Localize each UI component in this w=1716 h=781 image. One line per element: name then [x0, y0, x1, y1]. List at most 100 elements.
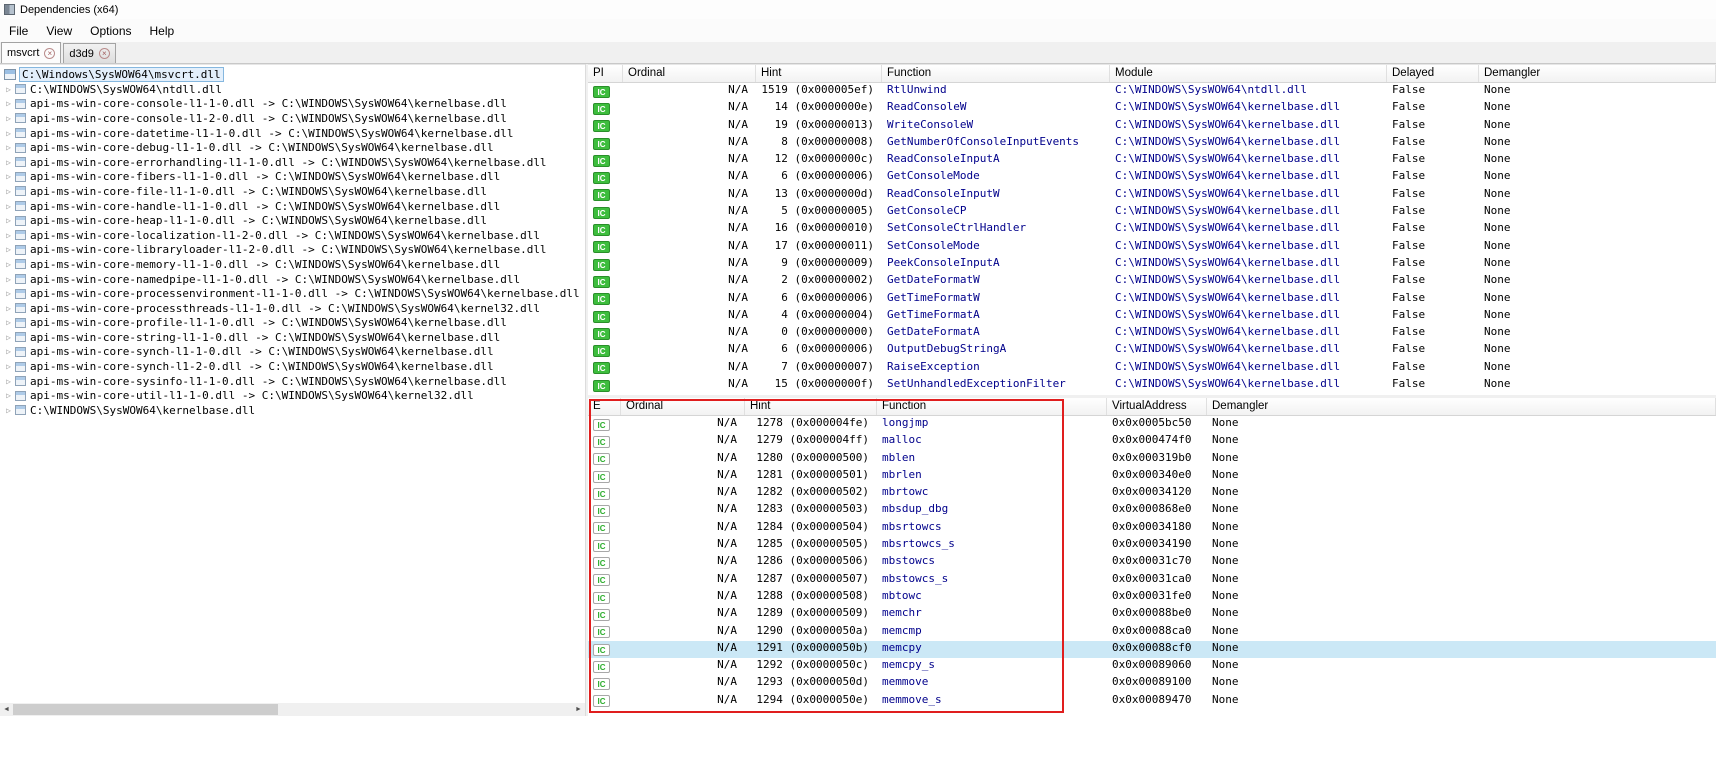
expander-icon[interactable]: ▷	[2, 245, 15, 254]
import-row[interactable]: ICN/A14 (0x0000000e)ReadConsoleWC:\WINDO…	[588, 100, 1716, 117]
expander-icon[interactable]: ▷	[2, 304, 15, 313]
export-row[interactable]: ICN/A1290 (0x0000050a)memcmp0x0x00088ca0…	[588, 624, 1716, 641]
column-header-e[interactable]: E	[588, 398, 621, 415]
expander-icon[interactable]: ▷	[2, 114, 15, 123]
tree-item[interactable]: ▷api-ms-win-core-datetime-l1-1-0.dll -> …	[0, 126, 585, 141]
tree-item[interactable]: ▷api-ms-win-core-processenvironment-l1-1…	[0, 286, 585, 301]
expander-icon[interactable]: ▷	[2, 158, 15, 167]
tree-item[interactable]: ▷api-ms-win-core-libraryloader-l1-2-0.dl…	[0, 243, 585, 258]
tree-item[interactable]: ▷api-ms-win-core-heap-l1-1-0.dll -> C:\W…	[0, 213, 585, 228]
import-row[interactable]: ICN/A4 (0x00000004)GetTimeFormatAC:\WIND…	[588, 308, 1716, 325]
tree-item[interactable]: ▷api-ms-win-core-profile-l1-1-0.dll -> C…	[0, 316, 585, 331]
import-row[interactable]: ICN/A16 (0x00000010)SetConsoleCtrlHandle…	[588, 221, 1716, 238]
column-header-ordinal[interactable]: Ordinal	[623, 65, 756, 82]
tree-item[interactable]: ▷api-ms-win-core-memory-l1-1-0.dll -> C:…	[0, 257, 585, 272]
menu-item-options[interactable]: Options	[81, 19, 140, 42]
expander-icon[interactable]: ▷	[2, 129, 15, 138]
column-header-module[interactable]: Module	[1110, 65, 1387, 82]
expander-icon[interactable]: ▷	[2, 260, 15, 269]
expander-icon[interactable]: ▷	[2, 99, 15, 108]
expander-icon[interactable]: ▷	[2, 231, 15, 240]
column-header-ordinal[interactable]: Ordinal	[621, 398, 745, 415]
column-header-hint[interactable]: Hint	[756, 65, 882, 82]
export-row[interactable]: ICN/A1287 (0x00000507)mbstowcs_s0x0x0003…	[588, 572, 1716, 589]
tab-close-icon[interactable]: ×	[44, 48, 55, 59]
tree-item[interactable]: ▷api-ms-win-core-sysinfo-l1-1-0.dll -> C…	[0, 374, 585, 389]
tree-item[interactable]: ▷api-ms-win-core-synch-l1-1-0.dll -> C:\…	[0, 345, 585, 360]
tree-item[interactable]: ▷C:\WINDOWS\SysWOW64\ntdll.dll	[0, 82, 585, 97]
export-row[interactable]: ICN/A1285 (0x00000505)mbsrtowcs_s0x0x000…	[588, 537, 1716, 554]
export-row[interactable]: ICN/A1281 (0x00000501)mbrlen0x0x000340e0…	[588, 468, 1716, 485]
menu-item-file[interactable]: File	[0, 19, 37, 42]
tree-root-item[interactable]: C:\Windows\SysWOW64\msvcrt.dll	[0, 67, 585, 82]
expander-icon[interactable]: ▷	[2, 347, 15, 356]
export-row[interactable]: ICN/A1291 (0x0000050b)memcpy0x0x00088cf0…	[588, 641, 1716, 658]
expander-icon[interactable]: ▷	[2, 202, 15, 211]
export-row[interactable]: ICN/A1294 (0x0000050e)memmove_s0x0x00089…	[588, 693, 1716, 710]
export-row[interactable]: ICN/A1293 (0x0000050d)memmove0x0x0008910…	[588, 675, 1716, 692]
column-header-hint[interactable]: Hint	[745, 398, 877, 415]
scrollbar-thumb[interactable]	[13, 704, 278, 715]
tree-item[interactable]: ▷api-ms-win-core-fibers-l1-1-0.dll -> C:…	[0, 170, 585, 185]
export-row[interactable]: ICN/A1282 (0x00000502)mbrtowc0x0x0003412…	[588, 485, 1716, 502]
import-row[interactable]: ICN/A6 (0x00000006)GetTimeFormatWC:\WIND…	[588, 291, 1716, 308]
expander-icon[interactable]: ▷	[2, 391, 15, 400]
tree-item[interactable]: ▷api-ms-win-core-console-l1-1-0.dll -> C…	[0, 97, 585, 112]
tree-item[interactable]: ▷api-ms-win-core-debug-l1-1-0.dll -> C:\…	[0, 140, 585, 155]
tree-item[interactable]: ▷api-ms-win-core-handle-l1-1-0.dll -> C:…	[0, 199, 585, 214]
export-row[interactable]: ICN/A1278 (0x000004fe)longjmp0x0x0005bc5…	[588, 416, 1716, 433]
column-header-function[interactable]: Function	[877, 398, 1107, 415]
import-row[interactable]: ICN/A5 (0x00000005)GetConsoleCPC:\WINDOW…	[588, 204, 1716, 221]
export-row[interactable]: ICN/A1279 (0x000004ff)malloc0x0x000474f0…	[588, 433, 1716, 450]
tree-item[interactable]: ▷api-ms-win-core-namedpipe-l1-1-0.dll ->…	[0, 272, 585, 287]
export-row[interactable]: ICN/A1292 (0x0000050c)memcpy_s0x0x000890…	[588, 658, 1716, 675]
expander-icon[interactable]: ▷	[2, 289, 15, 298]
tree-item[interactable]: ▷C:\WINDOWS\SysWOW64\kernelbase.dll	[0, 403, 585, 418]
export-row[interactable]: ICN/A1284 (0x00000504)mbsrtowcs0x0x00034…	[588, 520, 1716, 537]
import-row[interactable]: ICN/A19 (0x00000013)WriteConsoleWC:\WIND…	[588, 118, 1716, 135]
tree-item[interactable]: ▷api-ms-win-core-file-l1-1-0.dll -> C:\W…	[0, 184, 585, 199]
expander-icon[interactable]: ▷	[2, 377, 15, 386]
export-row[interactable]: ICN/A1286 (0x00000506)mbstowcs0x0x00031c…	[588, 554, 1716, 571]
expander-icon[interactable]: ▷	[2, 172, 15, 181]
export-row[interactable]: ICN/A1280 (0x00000500)mblen0x0x000319b0N…	[588, 451, 1716, 468]
tab-msvcrt[interactable]: msvcrt×	[1, 42, 61, 63]
column-header-pi[interactable]: PI	[588, 65, 623, 82]
expander-icon[interactable]: ▷	[2, 143, 15, 152]
import-row[interactable]: ICN/A15 (0x0000000f)SetUnhandledExceptio…	[588, 377, 1716, 394]
menu-item-view[interactable]: View	[37, 19, 81, 42]
tree-horizontal-scrollbar[interactable]: ◄ ►	[0, 703, 585, 716]
import-row[interactable]: ICN/A6 (0x00000006)OutputDebugStringAC:\…	[588, 342, 1716, 359]
tree-item[interactable]: ▷api-ms-win-core-errorhandling-l1-1-0.dl…	[0, 155, 585, 170]
export-row[interactable]: ICN/A1289 (0x00000509)memchr0x0x00088be0…	[588, 606, 1716, 623]
import-row[interactable]: ICN/A8 (0x00000008)GetNumberOfConsoleInp…	[588, 135, 1716, 152]
expander-icon[interactable]: ▷	[2, 85, 15, 94]
tree-item[interactable]: ▷api-ms-win-core-console-l1-2-0.dll -> C…	[0, 111, 585, 126]
column-header-demangler[interactable]: Demangler	[1479, 65, 1716, 82]
column-header-demangler[interactable]: Demangler	[1207, 398, 1716, 415]
tab-close-icon[interactable]: ×	[99, 48, 110, 59]
tree-item[interactable]: ▷api-ms-win-core-util-l1-1-0.dll -> C:\W…	[0, 388, 585, 403]
column-header-function[interactable]: Function	[882, 65, 1110, 82]
tree-item[interactable]: ▷api-ms-win-core-synch-l1-2-0.dll -> C:\…	[0, 359, 585, 374]
export-row[interactable]: ICN/A1288 (0x00000508)mbtowc0x0x00031fe0…	[588, 589, 1716, 606]
import-row[interactable]: ICN/A7 (0x00000007)RaiseExceptionC:\WIND…	[588, 360, 1716, 377]
import-row[interactable]: ICN/A9 (0x00000009)PeekConsoleInputAC:\W…	[588, 256, 1716, 273]
expander-icon[interactable]: ▷	[2, 406, 15, 415]
expander-icon[interactable]: ▷	[2, 216, 15, 225]
tree-item[interactable]: ▷api-ms-win-core-processthreads-l1-1-0.d…	[0, 301, 585, 316]
export-row[interactable]: ICN/A1283 (0x00000503)mbsdup_dbg0x0x0008…	[588, 502, 1716, 519]
expander-icon[interactable]: ▷	[2, 187, 15, 196]
scroll-right-icon[interactable]: ►	[572, 703, 585, 716]
expander-icon[interactable]: ▷	[2, 275, 15, 284]
column-header-virtualaddress[interactable]: VirtualAddress	[1107, 398, 1207, 415]
import-row[interactable]: ICN/A6 (0x00000006)GetConsoleModeC:\WIND…	[588, 169, 1716, 186]
tree-item[interactable]: ▷api-ms-win-core-string-l1-1-0.dll -> C:…	[0, 330, 585, 345]
menu-item-help[interactable]: Help	[141, 19, 184, 42]
import-row[interactable]: ICN/A12 (0x0000000c)ReadConsoleInputAC:\…	[588, 152, 1716, 169]
import-row[interactable]: ICN/A13 (0x0000000d)ReadConsoleInputWC:\…	[588, 187, 1716, 204]
column-header-delayed[interactable]: Delayed	[1387, 65, 1479, 82]
tab-d3d9[interactable]: d3d9×	[63, 43, 115, 63]
import-row[interactable]: ICN/A1519 (0x000005ef)RtlUnwindC:\WINDOW…	[588, 83, 1716, 100]
expander-icon[interactable]: ▷	[2, 318, 15, 327]
